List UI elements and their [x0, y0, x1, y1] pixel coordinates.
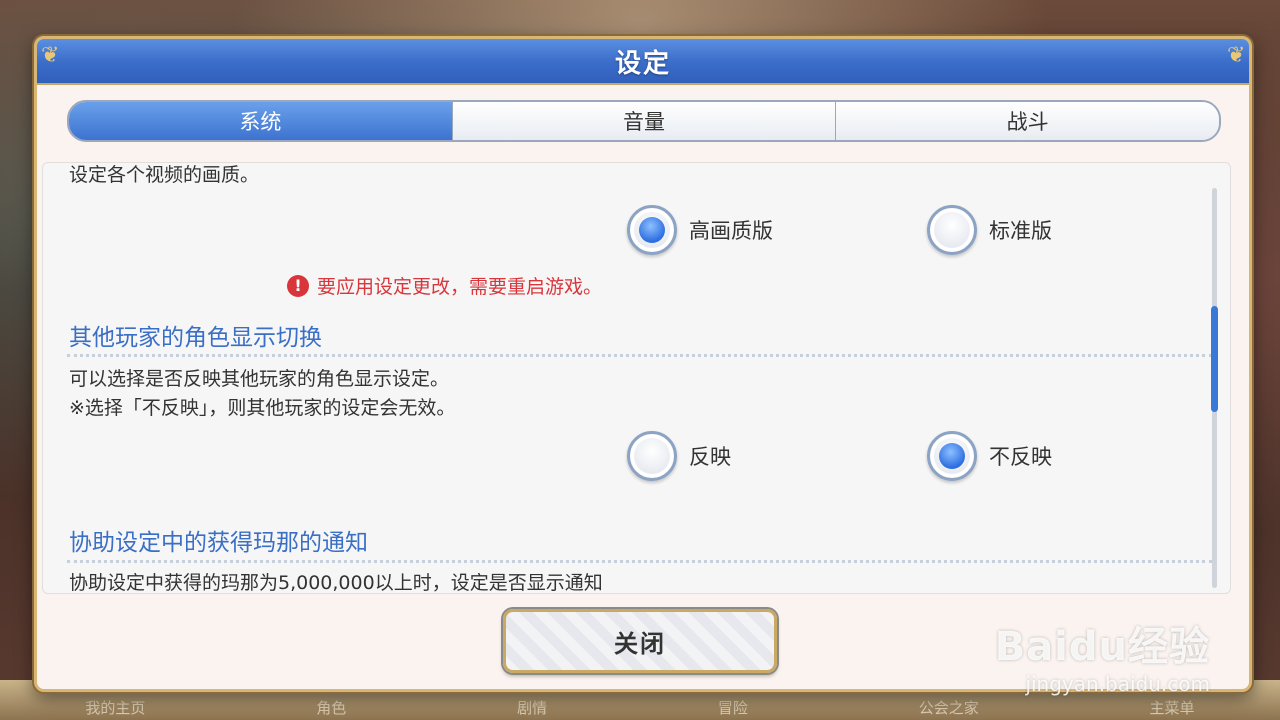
radio-reflect[interactable]: 反映 [627, 431, 731, 481]
baidu-watermark: Baidu经验 jingyan.baidu.com [995, 614, 1210, 696]
exclamation-icon: ! [287, 274, 309, 297]
restart-warning: ! 要应用设定更改，需要重启游戏。 [287, 272, 602, 299]
section-title-other-player-display: 其他玩家的角色显示切换 [69, 325, 322, 351]
radio-button-unselected[interactable] [927, 205, 977, 255]
tab-battle[interactable]: 战斗 [836, 102, 1219, 140]
close-button[interactable]: 关闭 [503, 609, 777, 673]
radio-not-reflect[interactable]: 不反映 [927, 431, 1052, 481]
radio-high-quality-label: 高画质版 [689, 219, 773, 243]
radio-reflect-label: 反映 [689, 445, 731, 469]
restart-warning-text: 要应用设定更改，需要重启游戏。 [317, 276, 603, 298]
section-title-mana-notice: 协助设定中的获得玛那的通知 [69, 530, 368, 556]
radio-button-selected[interactable] [627, 205, 677, 255]
nav-story: 剧情 [517, 699, 548, 717]
nav-characters: 角色 [316, 699, 347, 717]
nav-guild-house: 公会之家 [918, 699, 979, 717]
nav-adventure: 冒险 [717, 699, 748, 717]
radio-button-unselected[interactable] [627, 431, 677, 481]
radio-button-selected[interactable] [927, 431, 977, 481]
nav-main-menu: 主菜单 [1149, 699, 1195, 717]
video-quality-description: 设定各个视频的画质。 [69, 164, 260, 186]
radio-high-quality[interactable]: 高画质版 [627, 205, 773, 255]
settings-scroll-panel[interactable]: 设定各个视频的画质。 高画质版 标准版 ! 要应用设定更改，需要重启游戏。 其他… [42, 162, 1231, 594]
tab-system[interactable]: 系统 [69, 102, 453, 140]
nav-home: 我的主页 [85, 699, 146, 717]
radio-standard-quality-label: 标准版 [989, 219, 1052, 243]
settings-dialog: ❦ 设定 ❦ 系统 音量 战斗 设定各个视频的画质。 高画质版 标准版 ! 要应… [34, 36, 1252, 692]
radio-not-reflect-label: 不反映 [989, 445, 1052, 469]
dialog-title: 设定 [614, 48, 671, 79]
scrollbar-thumb[interactable] [1211, 306, 1218, 412]
dialog-titlebar: ❦ 设定 ❦ [37, 39, 1249, 85]
section-divider [67, 354, 1212, 357]
radio-standard-quality[interactable]: 标准版 [927, 205, 1052, 255]
mana-notice-description: 协助设定中获得的玛那为5,000,000以上时，设定是否显示通知 [69, 572, 603, 594]
corner-ornament-left-icon: ❦ [41, 43, 60, 68]
other-player-description-2: ※选择「不反映」，则其他玩家的设定会无效。 [69, 397, 456, 419]
corner-ornament-right-icon: ❦ [1227, 43, 1246, 68]
watermark-sub: jingyan.baidu.com [1025, 672, 1210, 696]
watermark-main: Baidu经验 [994, 624, 1210, 670]
section-divider [67, 560, 1212, 563]
settings-tabs: 系统 音量 战斗 [67, 100, 1221, 142]
other-player-description-1: 可以选择是否反映其他玩家的角色显示设定。 [69, 368, 450, 390]
scrollbar-track[interactable] [1211, 188, 1218, 588]
close-button-label: 关闭 [614, 629, 666, 658]
tab-volume[interactable]: 音量 [452, 102, 837, 140]
